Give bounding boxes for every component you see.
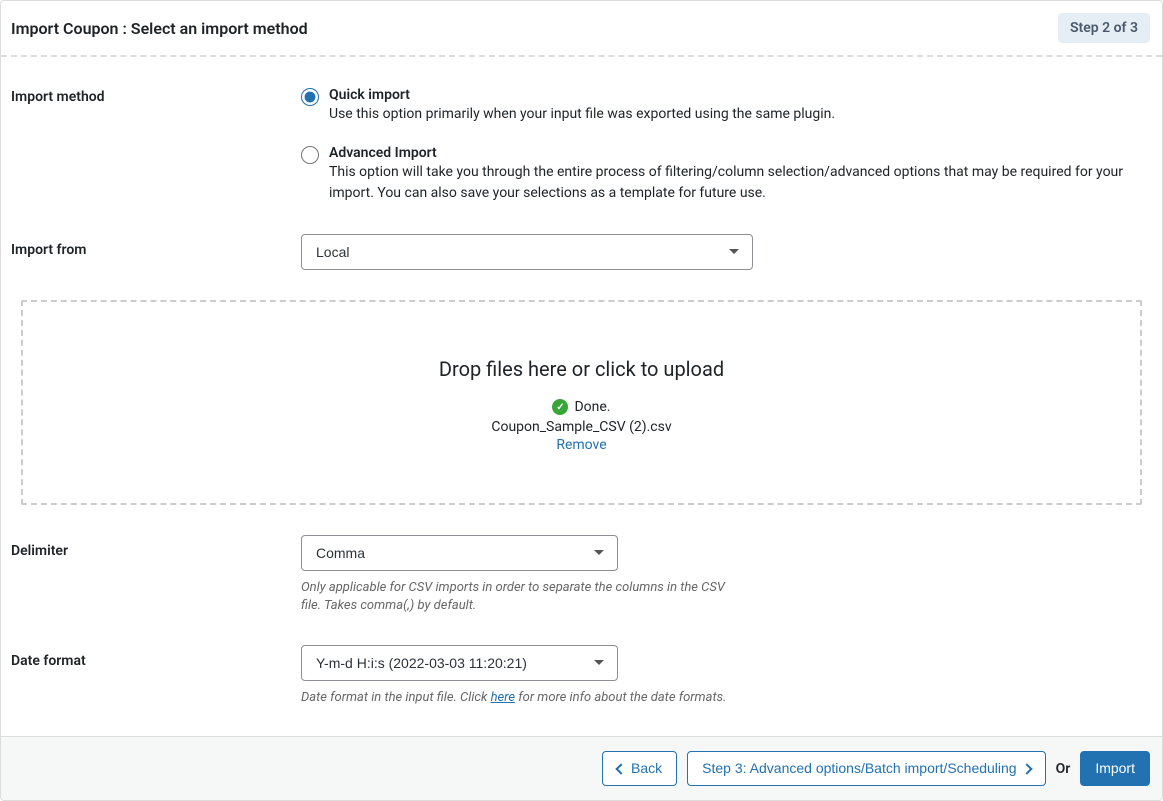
delimiter-select[interactable]: Comma (301, 535, 618, 571)
chevron-right-icon (1021, 763, 1032, 774)
back-button[interactable]: Back (602, 751, 677, 786)
upload-status: Done. (574, 399, 610, 415)
step3-button[interactable]: Step 3: Advanced options/Batch import/Sc… (687, 751, 1045, 786)
header-bar: Import Coupon : Select an import method … (1, 1, 1162, 57)
advanced-import-radio[interactable] (301, 146, 319, 164)
dropzone-title: Drop files here or click to upload (43, 357, 1120, 381)
chevron-left-icon (615, 763, 626, 774)
import-from-select[interactable]: Local (301, 234, 753, 270)
import-method-label: Import method (11, 87, 301, 204)
date-format-select[interactable]: Y-m-d H:i:s (2022-03-03 11:20:21) (301, 645, 618, 681)
date-format-help: Date format in the input file. Click her… (301, 689, 731, 707)
delimiter-label: Delimiter (11, 535, 301, 615)
quick-import-radio[interactable] (301, 88, 319, 106)
advanced-import-desc: This option will take you through the en… (329, 162, 1142, 204)
content-area: Import method Quick import Use this opti… (1, 57, 1162, 736)
file-dropzone[interactable]: Drop files here or click to upload ✓ Don… (21, 300, 1142, 505)
page-title: Import Coupon : Select an import method (11, 19, 308, 38)
date-format-label: Date format (11, 645, 301, 707)
step-badge: Step 2 of 3 (1058, 13, 1150, 43)
uploaded-filename: Coupon_Sample_CSV (2).csv (43, 419, 1120, 435)
quick-import-title: Quick import (329, 87, 1142, 103)
import-button[interactable]: Import (1080, 751, 1150, 786)
or-separator: Or (1056, 761, 1071, 777)
advanced-import-title: Advanced Import (329, 145, 1142, 161)
quick-import-desc: Use this option primarily when your inpu… (329, 104, 1142, 125)
check-icon: ✓ (552, 399, 568, 415)
footer-bar: Back Step 3: Advanced options/Batch impo… (1, 736, 1162, 800)
delimiter-help: Only applicable for CSV imports in order… (301, 579, 731, 615)
remove-file-link[interactable]: Remove (556, 437, 606, 453)
import-from-label: Import from (11, 234, 301, 270)
date-format-help-link[interactable]: here (491, 690, 515, 705)
